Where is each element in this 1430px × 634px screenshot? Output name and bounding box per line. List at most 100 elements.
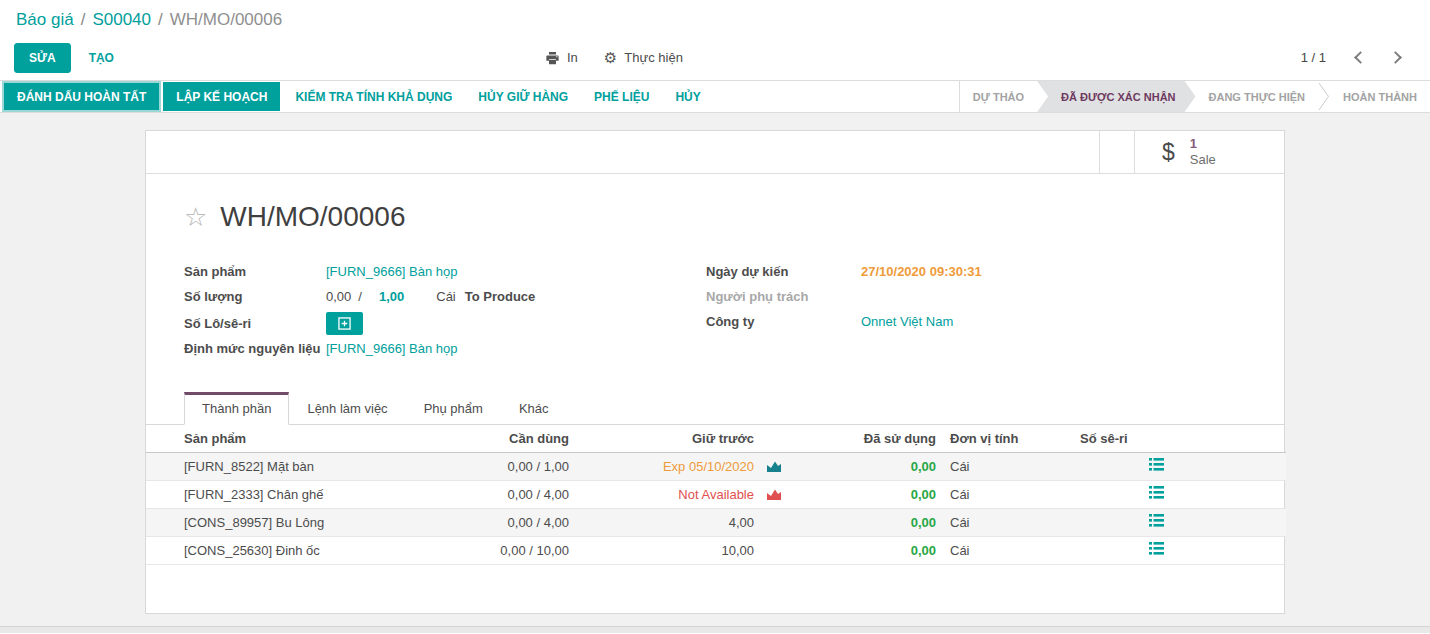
sale-stat-button[interactable]: $ 1 Sale (1134, 131, 1284, 173)
pager-value: 1 / 1 (1301, 50, 1326, 65)
product-label: Sản phẩm (184, 264, 326, 279)
bom-value[interactable]: [FURN_9666] Bàn họp (326, 341, 458, 356)
cell-consumed: 0,00 (911, 515, 936, 530)
gear-icon: ⚙ (604, 49, 617, 67)
date-value: 27/10/2020 09:30:31 (861, 264, 982, 279)
status-draft[interactable]: DỰ THẢO (960, 81, 1037, 112)
cell-reserved: Exp 05/10/2020 (663, 459, 754, 474)
breadcrumb-separator: / (81, 10, 86, 29)
cell-product: [CONS_89957] Bu Lông (146, 508, 459, 536)
unreserve-button[interactable]: HỦY GIỮ HÀNG (465, 82, 581, 111)
component-row[interactable]: [CONS_25630] Đinh ốc 0,00 / 10,00 10,00 … (146, 536, 1286, 564)
component-row[interactable]: [CONS_89957] Bu Lông 0,00 / 4,00 4,00 0,… (146, 508, 1286, 536)
sale-count: 1 (1190, 136, 1216, 152)
breadcrumb-current: WH/MO/00006 (170, 10, 282, 29)
cell-required: 0,00 / 1,00 (459, 452, 569, 480)
tab-misc[interactable]: Khác (501, 392, 567, 425)
status-confirmed[interactable]: ĐÃ ĐƯỢC XÁC NHẬN (1037, 81, 1195, 112)
check-availability-button[interactable]: KIỂM TRA TÍNH KHẢ DỤNG (282, 82, 465, 111)
quantity-separator: / (358, 289, 362, 304)
dollar-icon: $ (1162, 139, 1175, 166)
cell-reserved: 10,00 (721, 543, 754, 558)
tab-components[interactable]: Thành phần (184, 392, 289, 425)
col-serial[interactable]: Số sê-ri (1071, 425, 1286, 452)
serial-list-icon[interactable] (1149, 458, 1164, 474)
breadcrumb: Báo giá / S00040 / WH/MO/00006 (0, 0, 1430, 35)
serial-list-icon[interactable] (1149, 542, 1164, 558)
add-lot-button[interactable] (326, 312, 363, 335)
cell-consumed: 0,00 (911, 459, 936, 474)
pager-next-icon[interactable] (1389, 51, 1402, 64)
breadcrumb-quotation[interactable]: Báo giá (16, 10, 74, 29)
quantity-done: 0,00 (326, 289, 351, 304)
forecast-chart-icon[interactable] (766, 488, 782, 504)
action-menu[interactable]: ⚙ Thực hiện (604, 49, 683, 67)
cell-product: [FURN_8522] Mặt bàn (146, 452, 459, 480)
components-table: Sản phẩm Cần dùng Giữ trước Đã sử dụng Đ… (146, 425, 1286, 565)
cell-product: [CONS_25630] Đinh ốc (146, 536, 459, 564)
quantity-uom: Cái (436, 289, 456, 304)
cell-reserved: 4,00 (729, 515, 754, 530)
component-row[interactable]: [FURN_2333] Chân ghế 0,00 / 4,00 Not Ava… (146, 480, 1286, 508)
product-value[interactable]: [FURN_9666] Bàn họp (326, 264, 458, 279)
pager-previous-icon[interactable] (1354, 51, 1367, 64)
forecast-chart-icon[interactable] (766, 460, 782, 476)
favorite-star-icon[interactable]: ☆ (184, 204, 207, 230)
print-label: In (567, 50, 578, 65)
mark-done-button[interactable]: ĐÁNH DẤU HOÀN TẤT (2, 81, 161, 112)
create-button[interactable]: TẠO (81, 44, 122, 72)
cell-product: [FURN_2333] Chân ghế (146, 480, 459, 508)
status-done[interactable]: HOÀN THÀNH (1330, 81, 1430, 112)
breadcrumb-separator: / (158, 10, 163, 29)
bom-label: Định mức nguyên liệu (184, 341, 326, 356)
cell-required: 0,00 / 10,00 (459, 536, 569, 564)
form-view: $ 1 Sale ☆ WH/MO/00006 Sản phẩm [FURN_96… (0, 113, 1430, 633)
quantity-todo: 1,00 (379, 289, 404, 304)
tab-work-orders[interactable]: Lệnh làm việc (289, 392, 405, 425)
edit-button[interactable]: SỬA (14, 43, 71, 73)
cell-uom: Cái (941, 508, 1071, 536)
breadcrumb-sale-order[interactable]: S00040 (92, 10, 151, 29)
action-menu-label: Thực hiện (624, 50, 683, 65)
button-box: $ 1 Sale (146, 131, 1284, 174)
cell-required: 0,00 / 4,00 (459, 480, 569, 508)
component-row[interactable]: [FURN_8522] Mặt bàn 0,00 / 1,00 Exp 05/1… (146, 452, 1286, 480)
print-icon (545, 51, 560, 65)
plus-square-icon (338, 317, 351, 330)
tab-byproducts[interactable]: Phụ phẩm (406, 392, 501, 425)
serial-list-icon[interactable] (1149, 486, 1164, 502)
serial-list-icon[interactable] (1149, 514, 1164, 530)
sale-label: Sale (1190, 152, 1216, 168)
lot-label: Số Lô/sê-ri (184, 316, 326, 331)
print-menu[interactable]: In (545, 50, 578, 65)
notebook-tabs: Thành phần Lệnh làm việc Phụ phẩm Khác (146, 392, 1284, 425)
status-in-progress[interactable]: ĐANG THỰC HIỆN (1196, 81, 1319, 112)
status-separator-icon (1318, 81, 1330, 112)
control-panel: SỬA TẠO In ⚙ Thực hiện 1 / 1 (0, 35, 1430, 80)
company-value[interactable]: Onnet Việt Nam (861, 314, 953, 329)
cell-consumed: 0,00 (911, 487, 936, 502)
scrap-button[interactable]: PHẾ LIỆU (581, 82, 662, 111)
col-required[interactable]: Cần dùng (459, 425, 569, 452)
quantity-label: Số lượng (184, 289, 326, 304)
col-reserved[interactable]: Giữ trước (569, 425, 796, 452)
sheet: $ 1 Sale ☆ WH/MO/00006 Sản phẩm [FURN_96… (145, 130, 1285, 614)
statusbar: DỰ THẢO ĐÃ ĐƯỢC XÁC NHẬN ĐANG THỰC HIỆN … (959, 81, 1430, 112)
col-product[interactable]: Sản phẩm (146, 425, 459, 452)
action-statusbar: ĐÁNH DẤU HOÀN TẤT LẬP KẾ HOẠCH KIỂM TRA … (0, 80, 1430, 113)
button-box-spacer (1099, 131, 1134, 173)
cell-uom: Cái (941, 536, 1071, 564)
plan-button[interactable]: LẬP KẾ HOẠCH (163, 82, 280, 111)
cancel-button[interactable]: HỦY (662, 82, 713, 111)
cell-required: 0,00 / 4,00 (459, 508, 569, 536)
cell-uom: Cái (941, 480, 1071, 508)
cell-consumed: 0,00 (911, 543, 936, 558)
cell-uom: Cái (941, 452, 1071, 480)
col-uom[interactable]: Đơn vị tính (941, 425, 1071, 452)
cell-reserved: Not Available (678, 487, 754, 502)
pager: 1 / 1 (1301, 50, 1414, 65)
date-label: Ngày dự kiến (706, 264, 861, 279)
footer-strip (0, 626, 1430, 633)
col-consumed[interactable]: Đã sử dụng (796, 425, 941, 452)
record-title: WH/MO/00006 (220, 201, 405, 233)
